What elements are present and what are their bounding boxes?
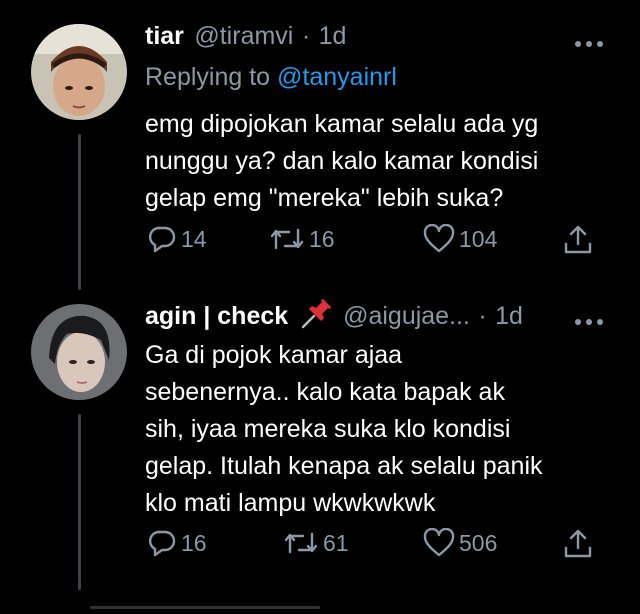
thread-line (78, 414, 81, 590)
tweet-text-line: gelap. Itulah kenapa ak selalu panik (145, 452, 543, 480)
display-name[interactable]: tiar (145, 22, 184, 50)
action-bar: 16 61 506 (145, 528, 605, 568)
tweet-text-line: sih, iyaa mereka suka klo kondisi (145, 415, 511, 443)
replying-to: Replying to @tanyainrl (145, 63, 397, 92)
separator: · (301, 22, 311, 50)
share-icon (564, 225, 592, 254)
next-tweet-edge (90, 606, 320, 609)
tweet-text-line: sebenernya.. kalo kata bapak ak (145, 378, 505, 406)
reply-count: 16 (181, 529, 207, 556)
like-button[interactable]: 104 (423, 224, 497, 254)
timestamp[interactable]: 1d (495, 302, 523, 330)
action-bar: 14 16 104 (145, 224, 605, 264)
more-icon[interactable] (574, 314, 604, 326)
like-icon (423, 224, 455, 253)
reply-count: 14 (181, 225, 207, 252)
thread-line (78, 134, 81, 290)
timestamp[interactable]: 1d (319, 22, 347, 50)
tweet-text-line: gelap emg "mereka" lebih suka? (145, 184, 504, 212)
avatar[interactable] (31, 24, 127, 120)
username[interactable]: @tiramvi (194, 22, 293, 50)
like-count: 506 (459, 529, 498, 556)
retweet-count: 61 (323, 529, 349, 556)
replying-prefix: Replying to (145, 63, 278, 91)
like-icon (423, 528, 455, 557)
tweet-text-line: emg dipojokan kamar selalu ada yg (145, 110, 539, 138)
username[interactable]: @aigujae... (343, 302, 470, 330)
tweet[interactable]: agin | check @aigujae... · 1d Ga di pojo… (0, 299, 640, 614)
mention-link[interactable]: @tanyainrl (277, 63, 397, 91)
reply-button[interactable]: 14 (147, 224, 207, 254)
separator: · (478, 302, 487, 330)
tweet-text: Ga di pojok kamar ajaa sebenernya.. kalo… (145, 337, 615, 522)
like-button[interactable]: 506 (423, 528, 497, 558)
tweet-text-line: nunggu ya? dan kalo kamar kondisi (145, 147, 539, 175)
share-icon (564, 529, 592, 558)
pushpin-icon (299, 299, 333, 334)
tweet-text: emg dipojokan kamar selalu ada yg nunggu… (145, 106, 615, 217)
share-button[interactable] (563, 528, 593, 560)
reply-button[interactable]: 16 (147, 528, 207, 558)
avatar[interactable] (31, 304, 127, 400)
reply-icon (148, 530, 176, 557)
retweet-icon (284, 532, 318, 554)
more-icon[interactable] (574, 36, 604, 48)
tweet[interactable]: tiar @tiramvi · 1d Replying to @tanyainr… (0, 0, 640, 300)
tweet-text-line: Ga di pojok kamar ajaa (145, 341, 403, 369)
display-name[interactable]: agin | check (145, 302, 288, 330)
like-count: 104 (459, 225, 498, 252)
reply-icon (148, 226, 176, 253)
retweet-count: 16 (309, 225, 335, 252)
share-button[interactable] (563, 224, 593, 256)
tweet-text-line: klo mati lampu wkwkwkwk (145, 489, 436, 517)
retweet-button[interactable]: 61 (283, 528, 349, 558)
retweet-icon (270, 228, 304, 250)
retweet-button[interactable]: 16 (269, 224, 335, 254)
